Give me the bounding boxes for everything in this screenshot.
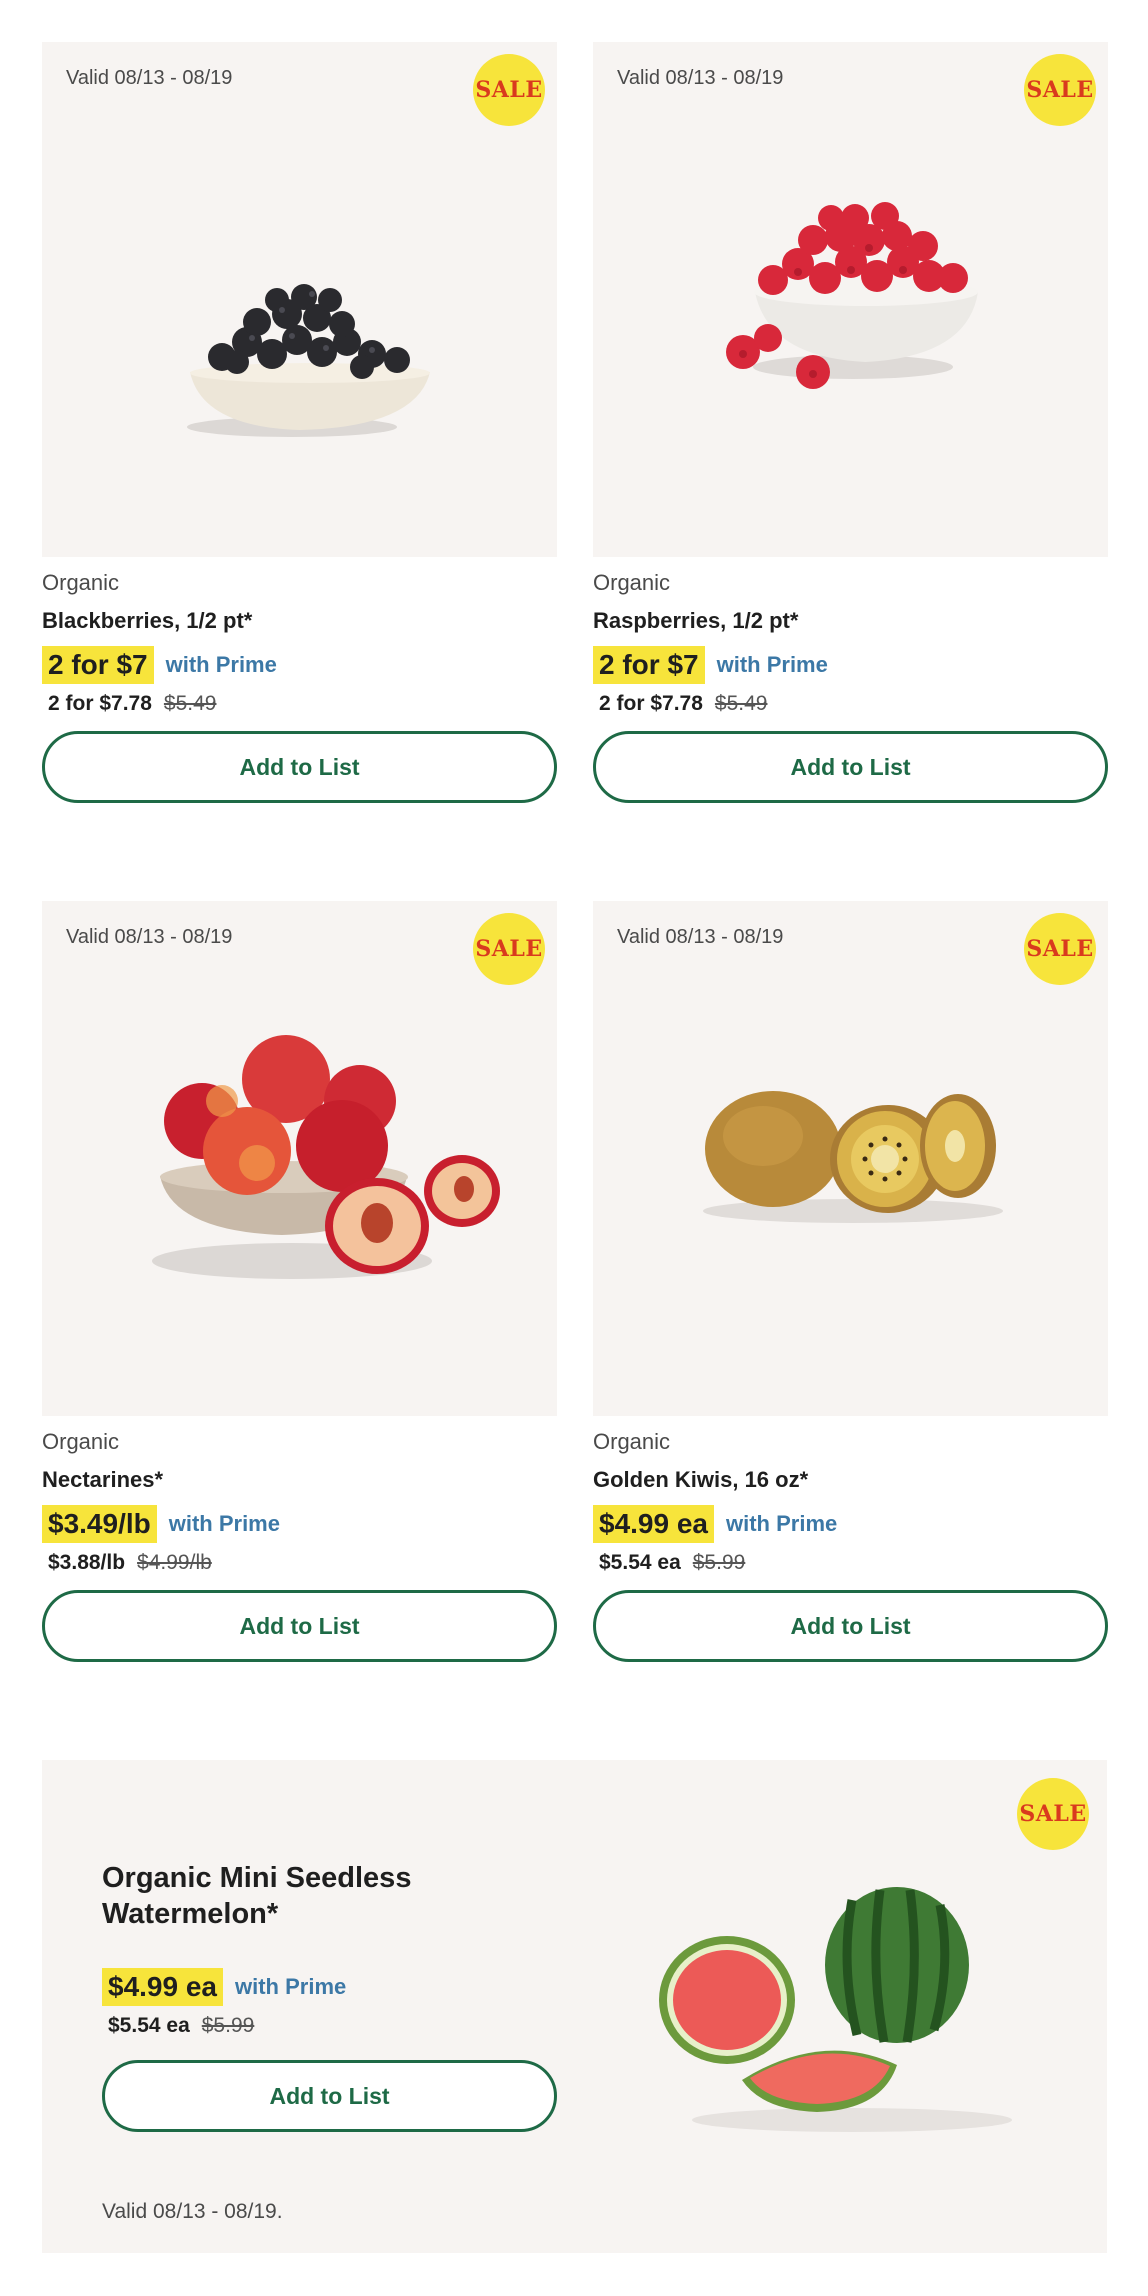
- product-brand: Organic: [593, 1429, 671, 1454]
- add-to-list-button[interactable]: Add to List: [42, 1590, 557, 1662]
- product-image-box[interactable]: Valid 08/13 - 08/19 SALE: [593, 901, 1108, 1416]
- product-brand: Organic: [42, 570, 120, 595]
- product-name[interactable]: Blackberries, 1/2 pt*: [42, 608, 557, 634]
- product-brand: Organic: [593, 570, 671, 595]
- product-card-raspberries[interactable]: Valid 08/13 - 08/19 SALE Organic Raspber…: [593, 42, 1108, 803]
- banner-title[interactable]: Organic Mini Seedless Watermelon*: [102, 1860, 557, 1932]
- add-to-list-button[interactable]: Add to List: [42, 731, 557, 803]
- prime-label: with Prime: [168, 1511, 280, 1536]
- promo-price: $4.99 ea: [102, 1968, 223, 2006]
- sale-badge: SALE: [1017, 1778, 1089, 1850]
- promo-price: $4.99 ea: [593, 1505, 714, 1543]
- prime-label: with Prime: [235, 1974, 347, 1999]
- product-image-box[interactable]: Valid 08/13 - 08/19 SALE: [593, 42, 1108, 557]
- regular-price: 2 for $7.78: [48, 692, 152, 715]
- regular-price-row: $5.54 ea $5.99: [102, 2014, 557, 2038]
- promo-price: 2 for $7: [42, 646, 154, 684]
- banner-info: Organic Mini Seedless Watermelon* $4.99 …: [102, 1860, 557, 2132]
- product-image-box[interactable]: Valid 08/13 - 08/19 SALE: [42, 901, 557, 1416]
- valid-dates: Valid 08/13 - 08/19.: [102, 2200, 283, 2223]
- original-price: $5.49: [163, 692, 217, 715]
- product-brand: Organic: [42, 1429, 120, 1454]
- original-price: $5.99: [692, 1551, 746, 1574]
- watermelon-image: [659, 1887, 1012, 2132]
- promo-price: 2 for $7: [593, 646, 705, 684]
- product-card-golden-kiwis[interactable]: Valid 08/13 - 08/19 SALE Organic Golden …: [593, 901, 1108, 1662]
- add-to-list-button[interactable]: Add to List: [593, 1590, 1108, 1662]
- product-card-blackberries[interactable]: Valid 08/13 - 08/19 SALE Organic Blackbe…: [42, 42, 557, 803]
- add-to-list-button[interactable]: Add to List: [102, 2060, 557, 2132]
- regular-price: $3.88/lb: [48, 1551, 126, 1574]
- regular-price-row: $5.54 ea $5.99: [593, 1551, 1108, 1575]
- prime-label: with Prime: [165, 652, 277, 677]
- price-row: 2 for $7 with Prime: [42, 646, 557, 684]
- product-name[interactable]: Raspberries, 1/2 pt*: [593, 608, 1108, 634]
- product-name[interactable]: Nectarines*: [42, 1467, 557, 1493]
- regular-price: $5.54 ea: [599, 1551, 681, 1574]
- price-row: 2 for $7 with Prime: [593, 646, 1108, 684]
- raspberries-image: [726, 202, 978, 389]
- golden-kiwis-image: [703, 1091, 1003, 1223]
- nectarines-image: [152, 1035, 500, 1279]
- blackberries-image: [187, 284, 430, 437]
- product-name[interactable]: Golden Kiwis, 16 oz*: [593, 1467, 1108, 1493]
- promo-price: $3.49/lb: [42, 1505, 157, 1543]
- product-image-box[interactable]: Valid 08/13 - 08/19 SALE: [42, 42, 557, 557]
- regular-price-row: 2 for $7.78 $5.49: [593, 692, 1108, 716]
- regular-price-row: 2 for $7.78 $5.49: [42, 692, 557, 716]
- regular-price: $5.54 ea: [108, 2014, 190, 2037]
- product-card-nectarines[interactable]: Valid 08/13 - 08/19 SALE Organic Nectari…: [42, 901, 557, 1662]
- featured-banner-watermelon[interactable]: SALE Organic Mini Seedless Watermelon* $…: [42, 1760, 1107, 2253]
- price-row: $4.99 ea with Prime: [593, 1505, 1108, 1543]
- original-price: $5.99: [201, 2014, 255, 2037]
- add-to-list-button[interactable]: Add to List: [593, 731, 1108, 803]
- prime-label: with Prime: [726, 1511, 838, 1536]
- price-row: $4.99 ea with Prime: [102, 1968, 557, 2006]
- regular-price: 2 for $7.78: [599, 692, 703, 715]
- original-price: $5.49: [714, 692, 768, 715]
- price-row: $3.49/lb with Prime: [42, 1505, 557, 1543]
- prime-label: with Prime: [716, 652, 828, 677]
- regular-price-row: $3.88/lb $4.99/lb: [42, 1551, 557, 1575]
- original-price: $4.99/lb: [137, 1551, 212, 1574]
